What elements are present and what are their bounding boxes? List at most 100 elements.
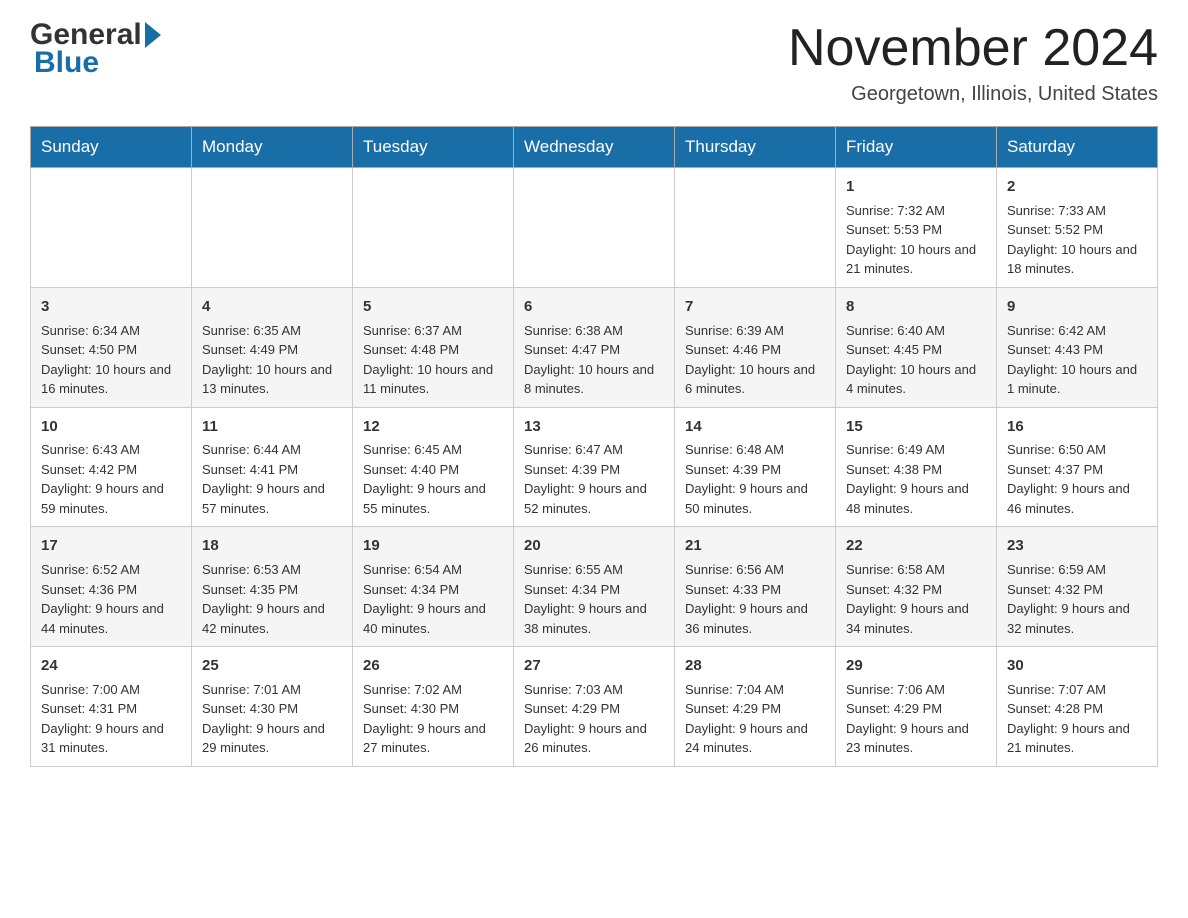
column-header-sunday: Sunday — [31, 127, 192, 168]
day-number: 30 — [1007, 655, 1147, 677]
day-info: Sunrise: 6:35 AMSunset: 4:49 PMDaylight:… — [202, 321, 342, 399]
calendar-cell: 3 Sunrise: 6:34 AMSunset: 4:50 PMDaylight… — [31, 287, 192, 407]
column-header-friday: Friday — [836, 127, 997, 168]
day-info: Sunrise: 6:38 AMSunset: 4:47 PMDaylight:… — [524, 321, 664, 399]
calendar-cell: 6 Sunrise: 6:38 AMSunset: 4:47 PMDaylight… — [514, 287, 675, 407]
calendar-cell: 27 Sunrise: 7:03 AMSunset: 4:29 PMDayligh… — [514, 647, 675, 767]
calendar-cell — [192, 168, 353, 288]
day-number: 7 — [685, 296, 825, 318]
calendar-cell: 21 Sunrise: 6:56 AMSunset: 4:33 PMDayligh… — [675, 527, 836, 647]
logo-blue-text: Blue — [30, 46, 161, 80]
day-number: 29 — [846, 655, 986, 677]
calendar-cell: 26 Sunrise: 7:02 AMSunset: 4:30 PMDayligh… — [353, 647, 514, 767]
logo-chevron-icon — [145, 22, 161, 48]
calendar-cell: 13Sunrise: 6:47 AMSunset: 4:39 PMDayligh… — [514, 407, 675, 527]
day-info: Sunrise: 6:59 AMSunset: 4:32 PMDaylight:… — [1007, 560, 1147, 638]
calendar-header-row: SundayMondayTuesdayWednesdayThursdayFrid… — [31, 127, 1158, 168]
calendar-cell: 16Sunrise: 6:50 AMSunset: 4:37 PMDayligh… — [997, 407, 1158, 527]
day-number: 25 — [202, 655, 342, 677]
day-number: 10 — [41, 416, 181, 438]
location-label: Georgetown, Illinois, United States — [788, 83, 1158, 106]
calendar-week-row: 10Sunrise: 6:43 AMSunset: 4:42 PMDayligh… — [31, 407, 1158, 527]
day-info: Sunrise: 6:54 AMSunset: 4:34 PMDaylight:… — [363, 560, 503, 638]
day-info: Sunrise: 6:40 AMSunset: 4:45 PMDaylight:… — [846, 321, 986, 399]
day-number: 17 — [41, 535, 181, 557]
day-number: 4 — [202, 296, 342, 318]
calendar-cell: 17 Sunrise: 6:52 AMSunset: 4:36 PMDayligh… — [31, 527, 192, 647]
calendar-week-row: 1Sunrise: 7:32 AMSunset: 5:53 PMDaylight… — [31, 168, 1158, 288]
day-number: 26 — [363, 655, 503, 677]
calendar-cell: 9 Sunrise: 6:42 AMSunset: 4:43 PMDaylight… — [997, 287, 1158, 407]
calendar-cell: 5 Sunrise: 6:37 AMSunset: 4:48 PMDaylight… — [353, 287, 514, 407]
column-header-tuesday: Tuesday — [353, 127, 514, 168]
day-number: 11 — [202, 416, 342, 438]
day-info: Sunrise: 6:47 AMSunset: 4:39 PMDaylight:… — [524, 440, 664, 518]
day-info: Sunrise: 6:49 AMSunset: 4:38 PMDaylight:… — [846, 440, 986, 518]
month-title: November 2024 — [788, 20, 1158, 77]
day-info: Sunrise: 6:48 AMSunset: 4:39 PMDaylight:… — [685, 440, 825, 518]
calendar-table: SundayMondayTuesdayWednesdayThursdayFrid… — [30, 126, 1158, 767]
calendar-cell: 14Sunrise: 6:48 AMSunset: 4:39 PMDayligh… — [675, 407, 836, 527]
day-number: 15 — [846, 416, 986, 438]
calendar-cell: 18 Sunrise: 6:53 AMSunset: 4:35 PMDayligh… — [192, 527, 353, 647]
day-info: Sunrise: 6:56 AMSunset: 4:33 PMDaylight:… — [685, 560, 825, 638]
calendar-cell — [353, 168, 514, 288]
day-number: 5 — [363, 296, 503, 318]
day-number: 16 — [1007, 416, 1147, 438]
day-info: Sunrise: 6:34 AMSunset: 4:50 PMDaylight:… — [41, 321, 181, 399]
calendar-cell: 15Sunrise: 6:49 AMSunset: 4:38 PMDayligh… — [836, 407, 997, 527]
day-number: 19 — [363, 535, 503, 557]
day-info: Sunrise: 6:55 AMSunset: 4:34 PMDaylight:… — [524, 560, 664, 638]
day-number: 28 — [685, 655, 825, 677]
day-info: Sunrise: 7:07 AMSunset: 4:28 PMDaylight:… — [1007, 680, 1147, 758]
day-info: Sunrise: 6:58 AMSunset: 4:32 PMDaylight:… — [846, 560, 986, 638]
day-info: Sunrise: 7:03 AMSunset: 4:29 PMDaylight:… — [524, 680, 664, 758]
calendar-cell: 2Sunrise: 7:33 AMSunset: 5:52 PMDaylight… — [997, 168, 1158, 288]
day-info: Sunrise: 7:06 AMSunset: 4:29 PMDaylight:… — [846, 680, 986, 758]
logo: General Blue — [30, 20, 161, 80]
day-info: Sunrise: 6:52 AMSunset: 4:36 PMDaylight:… — [41, 560, 181, 638]
day-number: 23 — [1007, 535, 1147, 557]
day-number: 9 — [1007, 296, 1147, 318]
column-header-thursday: Thursday — [675, 127, 836, 168]
day-info: Sunrise: 7:04 AMSunset: 4:29 PMDaylight:… — [685, 680, 825, 758]
calendar-cell: 19 Sunrise: 6:54 AMSunset: 4:34 PMDayligh… — [353, 527, 514, 647]
day-info: Sunrise: 7:00 AMSunset: 4:31 PMDaylight:… — [41, 680, 181, 758]
page-header: General Blue November 2024 Georgetown, I… — [30, 20, 1158, 106]
day-number: 18 — [202, 535, 342, 557]
calendar-cell: 22Sunrise: 6:58 AMSunset: 4:32 PMDayligh… — [836, 527, 997, 647]
day-number: 8 — [846, 296, 986, 318]
day-info: Sunrise: 6:50 AMSunset: 4:37 PMDaylight:… — [1007, 440, 1147, 518]
calendar-cell: 25 Sunrise: 7:01 AMSunset: 4:30 PMDayligh… — [192, 647, 353, 767]
calendar-cell: 10Sunrise: 6:43 AMSunset: 4:42 PMDayligh… — [31, 407, 192, 527]
calendar-cell: 30 Sunrise: 7:07 AMSunset: 4:28 PMDayligh… — [997, 647, 1158, 767]
day-info: Sunrise: 7:01 AMSunset: 4:30 PMDaylight:… — [202, 680, 342, 758]
calendar-week-row: 3 Sunrise: 6:34 AMSunset: 4:50 PMDaylight… — [31, 287, 1158, 407]
calendar-cell: 24Sunrise: 7:00 AMSunset: 4:31 PMDayligh… — [31, 647, 192, 767]
calendar-cell: 28 Sunrise: 7:04 AMSunset: 4:29 PMDayligh… — [675, 647, 836, 767]
day-info: Sunrise: 7:32 AMSunset: 5:53 PMDaylight:… — [846, 201, 986, 279]
calendar-cell: 12Sunrise: 6:45 AMSunset: 4:40 PMDayligh… — [353, 407, 514, 527]
calendar-cell — [675, 168, 836, 288]
calendar-cell: 29 Sunrise: 7:06 AMSunset: 4:29 PMDayligh… — [836, 647, 997, 767]
calendar-cell: 7 Sunrise: 6:39 AMSunset: 4:46 PMDaylight… — [675, 287, 836, 407]
day-number: 3 — [41, 296, 181, 318]
day-info: Sunrise: 6:42 AMSunset: 4:43 PMDaylight:… — [1007, 321, 1147, 399]
day-number: 14 — [685, 416, 825, 438]
column-header-monday: Monday — [192, 127, 353, 168]
calendar-week-row: 24Sunrise: 7:00 AMSunset: 4:31 PMDayligh… — [31, 647, 1158, 767]
calendar-cell: 20Sunrise: 6:55 AMSunset: 4:34 PMDayligh… — [514, 527, 675, 647]
day-number: 13 — [524, 416, 664, 438]
calendar-week-row: 17 Sunrise: 6:52 AMSunset: 4:36 PMDayligh… — [31, 527, 1158, 647]
day-number: 12 — [363, 416, 503, 438]
day-number: 21 — [685, 535, 825, 557]
day-info: Sunrise: 6:39 AMSunset: 4:46 PMDaylight:… — [685, 321, 825, 399]
day-number: 2 — [1007, 176, 1147, 198]
day-info: Sunrise: 7:02 AMSunset: 4:30 PMDaylight:… — [363, 680, 503, 758]
day-info: Sunrise: 6:44 AMSunset: 4:41 PMDaylight:… — [202, 440, 342, 518]
day-info: Sunrise: 6:37 AMSunset: 4:48 PMDaylight:… — [363, 321, 503, 399]
day-number: 27 — [524, 655, 664, 677]
calendar-cell: 8 Sunrise: 6:40 AMSunset: 4:45 PMDaylight… — [836, 287, 997, 407]
day-info: Sunrise: 6:53 AMSunset: 4:35 PMDaylight:… — [202, 560, 342, 638]
day-number: 6 — [524, 296, 664, 318]
